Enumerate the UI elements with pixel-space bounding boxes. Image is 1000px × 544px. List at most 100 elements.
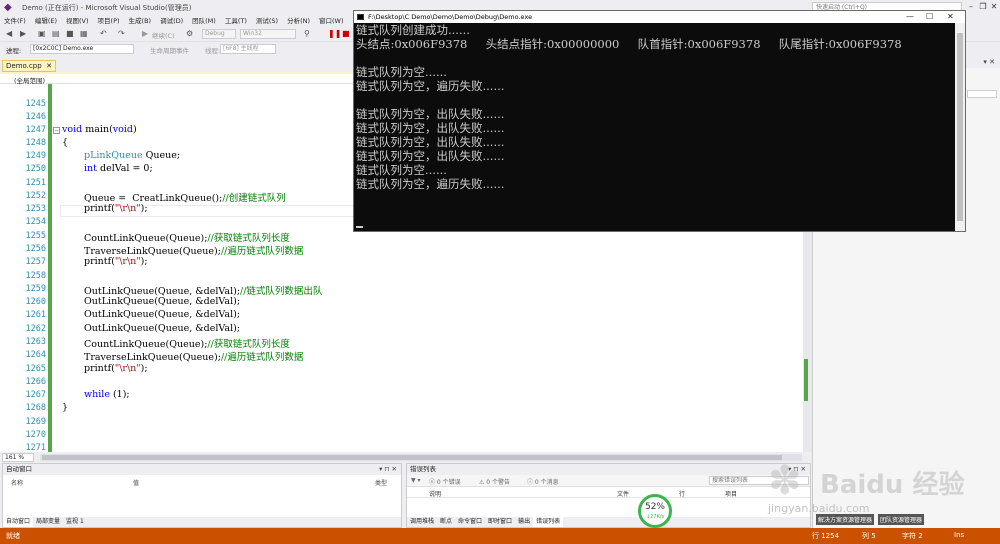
zoom-select[interactable]: 161 % <box>2 453 34 462</box>
solution-search-input[interactable] <box>967 90 997 98</box>
attach-icon[interactable]: ⚙ <box>186 29 193 38</box>
line-number: 1252 <box>25 191 46 201</box>
process-select[interactable]: [0x2C0C] Demo.exe <box>30 44 134 54</box>
menu-tools[interactable]: 工具(T) <box>225 15 247 27</box>
menu-edit[interactable]: 编辑(E) <box>35 15 57 27</box>
collapse-toggle-icon[interactable]: − <box>53 127 60 134</box>
editor-horizontal-scrollbar[interactable] <box>40 454 802 461</box>
error-col-file[interactable]: 文件 <box>617 489 629 498</box>
status-char: 字符 2 <box>902 532 923 540</box>
menu-analyze[interactable]: 分析(N) <box>287 15 310 27</box>
thread-label: 线程: <box>205 47 221 55</box>
platform-select[interactable]: Win32 <box>240 29 296 39</box>
horizontal-scroll-thumb[interactable] <box>42 455 782 460</box>
menu-view[interactable]: 视图(V) <box>66 15 89 27</box>
code-line-1255: CountLinkQueue(Queue);//获取链式队列长度 <box>84 233 290 244</box>
lifecycle-events-label[interactable]: 生命周期事件 <box>150 45 189 55</box>
line-number: 1269 <box>25 417 46 427</box>
code-line-1268: } <box>62 402 69 413</box>
forward-icon[interactable]: ▶ <box>20 29 26 38</box>
close-icon[interactable]: ✕ <box>988 1 1000 13</box>
close-tab-icon[interactable]: ✕ <box>46 61 52 71</box>
error-col-line[interactable]: 行 <box>679 489 685 498</box>
minimize-icon[interactable]: – <box>965 1 977 13</box>
watermark-sub: jingyan.baidu.com <box>768 502 870 515</box>
thread-select[interactable]: [6F8] 主线程 <box>220 44 276 54</box>
console-close-icon[interactable]: ✕ <box>947 11 954 23</box>
line-number: 1248 <box>25 138 46 148</box>
document-tab-label: Demo.cpp <box>6 62 42 70</box>
menu-build[interactable]: 生成(B) <box>129 15 152 27</box>
tab-locals[interactable]: 局部变量 <box>33 517 63 527</box>
error-col-project[interactable]: 项目 <box>725 489 737 498</box>
error-list-window[interactable]: 错误列表 ▾ ⊓ ✕ ▼ ▾ ⓧ 0 个错误 ⚠ 0 个警告 ⓘ 0 个消息 搜… <box>406 463 811 528</box>
menu-project[interactable]: 项目(P) <box>98 15 120 27</box>
line-number: 1262 <box>25 324 46 334</box>
autos-col-type[interactable]: 类型 <box>375 478 387 487</box>
autos-col-value[interactable]: 值 <box>133 478 139 487</box>
back-icon[interactable]: ◀ <box>6 29 12 38</box>
line-number: 1270 <box>25 430 46 440</box>
line-number: 1257 <box>25 257 46 267</box>
document-tab[interactable]: Demo.cpp ✕ <box>2 60 56 72</box>
redo-icon[interactable]: ↷ <box>118 29 125 38</box>
message-count-filter[interactable]: ⓘ 0 个消息 <box>527 477 559 486</box>
code-line-1264: TraverseLinkQueue(Queue);//遍历链式队列数据 <box>84 352 304 363</box>
find-icon[interactable]: ⚲ <box>304 29 310 38</box>
code-line-1260: OutLinkQueue(Queue, &delVal); <box>84 296 241 307</box>
baidu-watermark: ✽ Baidu 经验 jingyan.baidu.com <box>768 458 964 528</box>
break-all-icon[interactable]: ❚❚ <box>328 29 341 38</box>
tab-error-list[interactable]: 错误列表 <box>533 517 564 527</box>
menu-window[interactable]: 窗口(W) <box>319 15 344 27</box>
filter-icon[interactable]: ▼ ▾ <box>411 477 421 484</box>
tab-immediate-window[interactable]: 即时窗口 <box>485 517 515 527</box>
menu-file[interactable]: 文件(F) <box>4 15 26 27</box>
line-number: 1266 <box>25 377 46 387</box>
continue-label[interactable]: 继续(C) <box>152 30 175 40</box>
new-file-icon[interactable]: ▣ <box>38 29 46 38</box>
paw-logo-icon: ✽ <box>768 458 802 504</box>
save-icon[interactable]: ■ <box>66 29 74 38</box>
line-number: 1261 <box>25 310 46 320</box>
tab-autos[interactable]: 自动窗口 <box>3 517 34 527</box>
console-window[interactable]: F:\Desktop\C Demo\Demo\Demo\Debug\Demo.e… <box>353 10 966 232</box>
menu-test[interactable]: 测试(S) <box>256 15 278 27</box>
perf-percent: 52% <box>644 502 665 512</box>
network-speed-meter[interactable]: 52% ↓27K/s <box>638 494 672 528</box>
continue-icon[interactable]: ▶ <box>142 29 148 38</box>
line-number: 1256 <box>25 244 46 254</box>
tab-call-stack[interactable]: 调用堆栈 <box>407 517 437 527</box>
autos-pin-icon[interactable]: ▾ ⊓ ✕ <box>379 464 397 475</box>
warning-count-filter[interactable]: ⚠ 0 个警告 <box>479 477 510 486</box>
line-number: 1251 <box>25 178 46 188</box>
open-file-icon[interactable]: ▤ <box>52 29 60 38</box>
console-maximize-icon[interactable]: ☐ <box>926 11 933 23</box>
autos-window[interactable]: 自动窗口 ▾ ⊓ ✕ 名称 值 类型 自动窗口 局部变量 监视 1 <box>2 463 402 528</box>
error-count: 0 个错误 <box>436 479 461 486</box>
console-line: 链式队列为空...... <box>356 65 447 79</box>
error-col-description[interactable]: 说明 <box>429 489 441 498</box>
perf-speed: ↓27K/s <box>645 514 665 520</box>
error-count-filter[interactable]: ⓧ 0 个错误 <box>429 477 461 486</box>
tab-output[interactable]: 输出 <box>515 517 533 527</box>
console-minimize-icon[interactable]: — <box>906 11 914 23</box>
string-literal: "\r\n" <box>114 256 141 267</box>
console-scrollbar[interactable] <box>955 23 965 231</box>
line-number: 1254 <box>25 217 46 227</box>
save-all-icon[interactable]: ▦ <box>80 29 88 38</box>
tab-breakpoints[interactable]: 断点 <box>437 517 455 527</box>
tab-command-window[interactable]: 命令窗口 <box>455 517 485 527</box>
pin-icon[interactable]: ▾ ✕ <box>983 58 995 66</box>
console-scroll-thumb[interactable] <box>957 33 963 221</box>
autos-col-name[interactable]: 名称 <box>11 478 23 487</box>
config-select[interactable]: Debug <box>202 29 236 39</box>
bottom-tool-tabs: 调用堆栈 断点 命令窗口 即时窗口 输出 错误列表 <box>407 517 810 527</box>
stop-icon[interactable]: ■ <box>342 29 350 38</box>
menu-debug[interactable]: 调试(D) <box>160 15 183 27</box>
menu-team[interactable]: 团队(M) <box>192 15 216 27</box>
tab-watch1[interactable]: 监视 1 <box>63 517 87 527</box>
console-line: 头结点:0x006F9378 头结点指针:0x00000000 队首指针:0x0… <box>356 37 902 51</box>
console-cursor <box>356 226 363 228</box>
code-line-1256: TraverseLinkQueue(Queue);//遍历链式队列数据 <box>84 246 304 257</box>
undo-icon[interactable]: ↶ <box>100 29 107 38</box>
